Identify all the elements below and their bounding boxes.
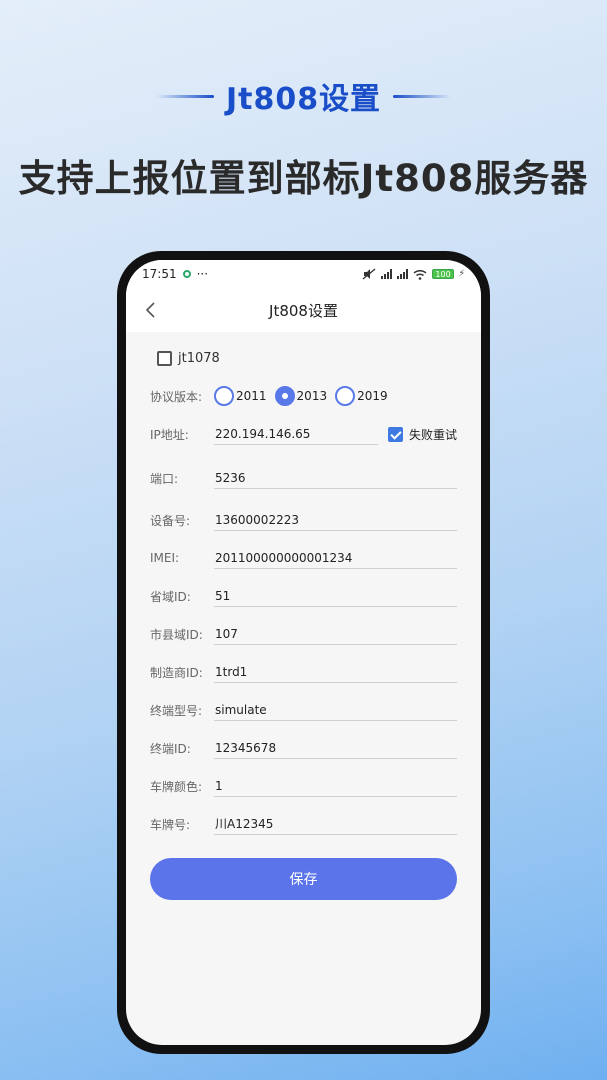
back-arrow-icon[interactable] <box>142 301 160 319</box>
radio-2013[interactable]: 2013 <box>274 386 328 406</box>
phone-frame: 17:51 ··· 100 ⚡ Jt808设置 jt1078 协议版本: 201… <box>117 251 490 1054</box>
app-notification-icon <box>182 270 191 278</box>
ip-label: IP地址: <box>150 427 189 442</box>
status-time: 17:51 <box>142 267 177 281</box>
status-bar: 17:51 ··· 100 ⚡ <box>126 260 481 288</box>
protocol-radio-group: 2011 2013 2019 <box>214 386 388 406</box>
city-id-input[interactable]: 107 <box>214 623 457 645</box>
plate-number-label: 车牌号: <box>150 817 191 832</box>
plate-color-label: 车牌颜色: <box>150 779 203 794</box>
imei-label: IMEI: <box>150 551 180 565</box>
radio-2019-label: 2019 <box>357 389 388 403</box>
page-title: Jt808设置 <box>269 301 338 320</box>
promo-banner: Jt808设置 <box>0 76 607 117</box>
radio-2011[interactable]: 2011 <box>214 386 267 406</box>
terminal-model-input[interactable]: simulate <box>214 699 457 721</box>
province-id-label: 省域ID: <box>150 589 191 604</box>
radio-2013-label: 2013 <box>296 389 328 403</box>
port-input[interactable]: 5236 <box>214 467 457 489</box>
field-row: 车牌号: 川A12345 <box>150 812 457 836</box>
charging-icon: ⚡ <box>458 269 465 279</box>
field-row: 市县域ID: 107 <box>150 622 457 646</box>
battery-icon: 100 <box>432 269 454 279</box>
ip-row: IP地址: 220.194.146.65 失败重试 <box>150 422 457 446</box>
phone-screen: 17:51 ··· 100 ⚡ Jt808设置 jt1078 协议版本: 201… <box>126 260 481 1045</box>
nav-bar: Jt808设置 <box>126 288 481 332</box>
protocol-label: 协议版本: <box>150 389 203 404</box>
field-row: 终端ID: 12345678 <box>150 736 457 760</box>
radio-2013-circle[interactable] <box>274 386 295 406</box>
field-row: 设备号: 13600002223 <box>150 508 457 532</box>
radio-2011-circle[interactable] <box>214 386 234 406</box>
jt1078-checkbox[interactable] <box>157 350 172 366</box>
field-row: 终端型号: simulate <box>150 698 457 722</box>
radio-2011-label: 2011 <box>236 389 267 403</box>
retry-checkbox[interactable] <box>387 426 403 442</box>
city-id-label: 市县域ID: <box>150 627 203 642</box>
terminal-id-input[interactable]: 12345678 <box>214 737 457 759</box>
field-row: 制造商ID: 1trd1 <box>150 660 457 684</box>
plate-color-input[interactable]: 1 <box>214 775 457 797</box>
signal-1-icon <box>381 269 393 279</box>
banner-line-right <box>393 94 452 98</box>
field-row: 端口: 5236 <box>150 466 457 490</box>
ip-input[interactable]: 220.194.146.65 <box>214 423 378 445</box>
promo-headline: 支持上报位置到部标Jt808服务器 <box>18 157 589 200</box>
wifi-icon <box>413 269 427 280</box>
field-row: 车牌颜色: 1 <box>150 774 457 798</box>
mute-icon <box>362 268 376 280</box>
signal-2-icon <box>397 269 409 279</box>
field-row: IMEI: 201100000000001234 <box>150 546 457 570</box>
manufacturer-id-input[interactable]: 1trd1 <box>214 661 457 683</box>
radio-2019-circle[interactable] <box>335 386 356 406</box>
retry-label: 失败重试 <box>408 427 457 442</box>
plate-number-input[interactable]: 川A12345 <box>214 813 457 835</box>
save-button[interactable]: 保存 <box>150 858 457 900</box>
port-label: 端口: <box>150 471 179 486</box>
device-number-input[interactable]: 13600002223 <box>214 509 457 531</box>
banner-title: Jt808设置 <box>225 82 382 117</box>
jt1078-row[interactable]: jt1078 <box>157 346 457 370</box>
device-number-label: 设备号: <box>150 513 191 528</box>
manufacturer-id-label: 制造商ID: <box>150 665 203 680</box>
jt1078-label: jt1078 <box>178 350 220 366</box>
field-row: 省域ID: 51 <box>150 584 457 608</box>
terminal-id-label: 终端ID: <box>150 741 191 756</box>
more-notifications-icon: ··· <box>196 267 209 281</box>
province-id-input[interactable]: 51 <box>214 585 457 607</box>
protocol-row: 协议版本: 2011 2013 2019 <box>150 384 457 408</box>
imei-input[interactable]: 201100000000001234 <box>214 547 457 569</box>
retry-toggle[interactable]: 失败重试 <box>387 426 457 443</box>
radio-2019[interactable]: 2019 <box>335 386 388 406</box>
banner-line-left <box>155 94 214 98</box>
terminal-model-label: 终端型号: <box>150 703 203 718</box>
